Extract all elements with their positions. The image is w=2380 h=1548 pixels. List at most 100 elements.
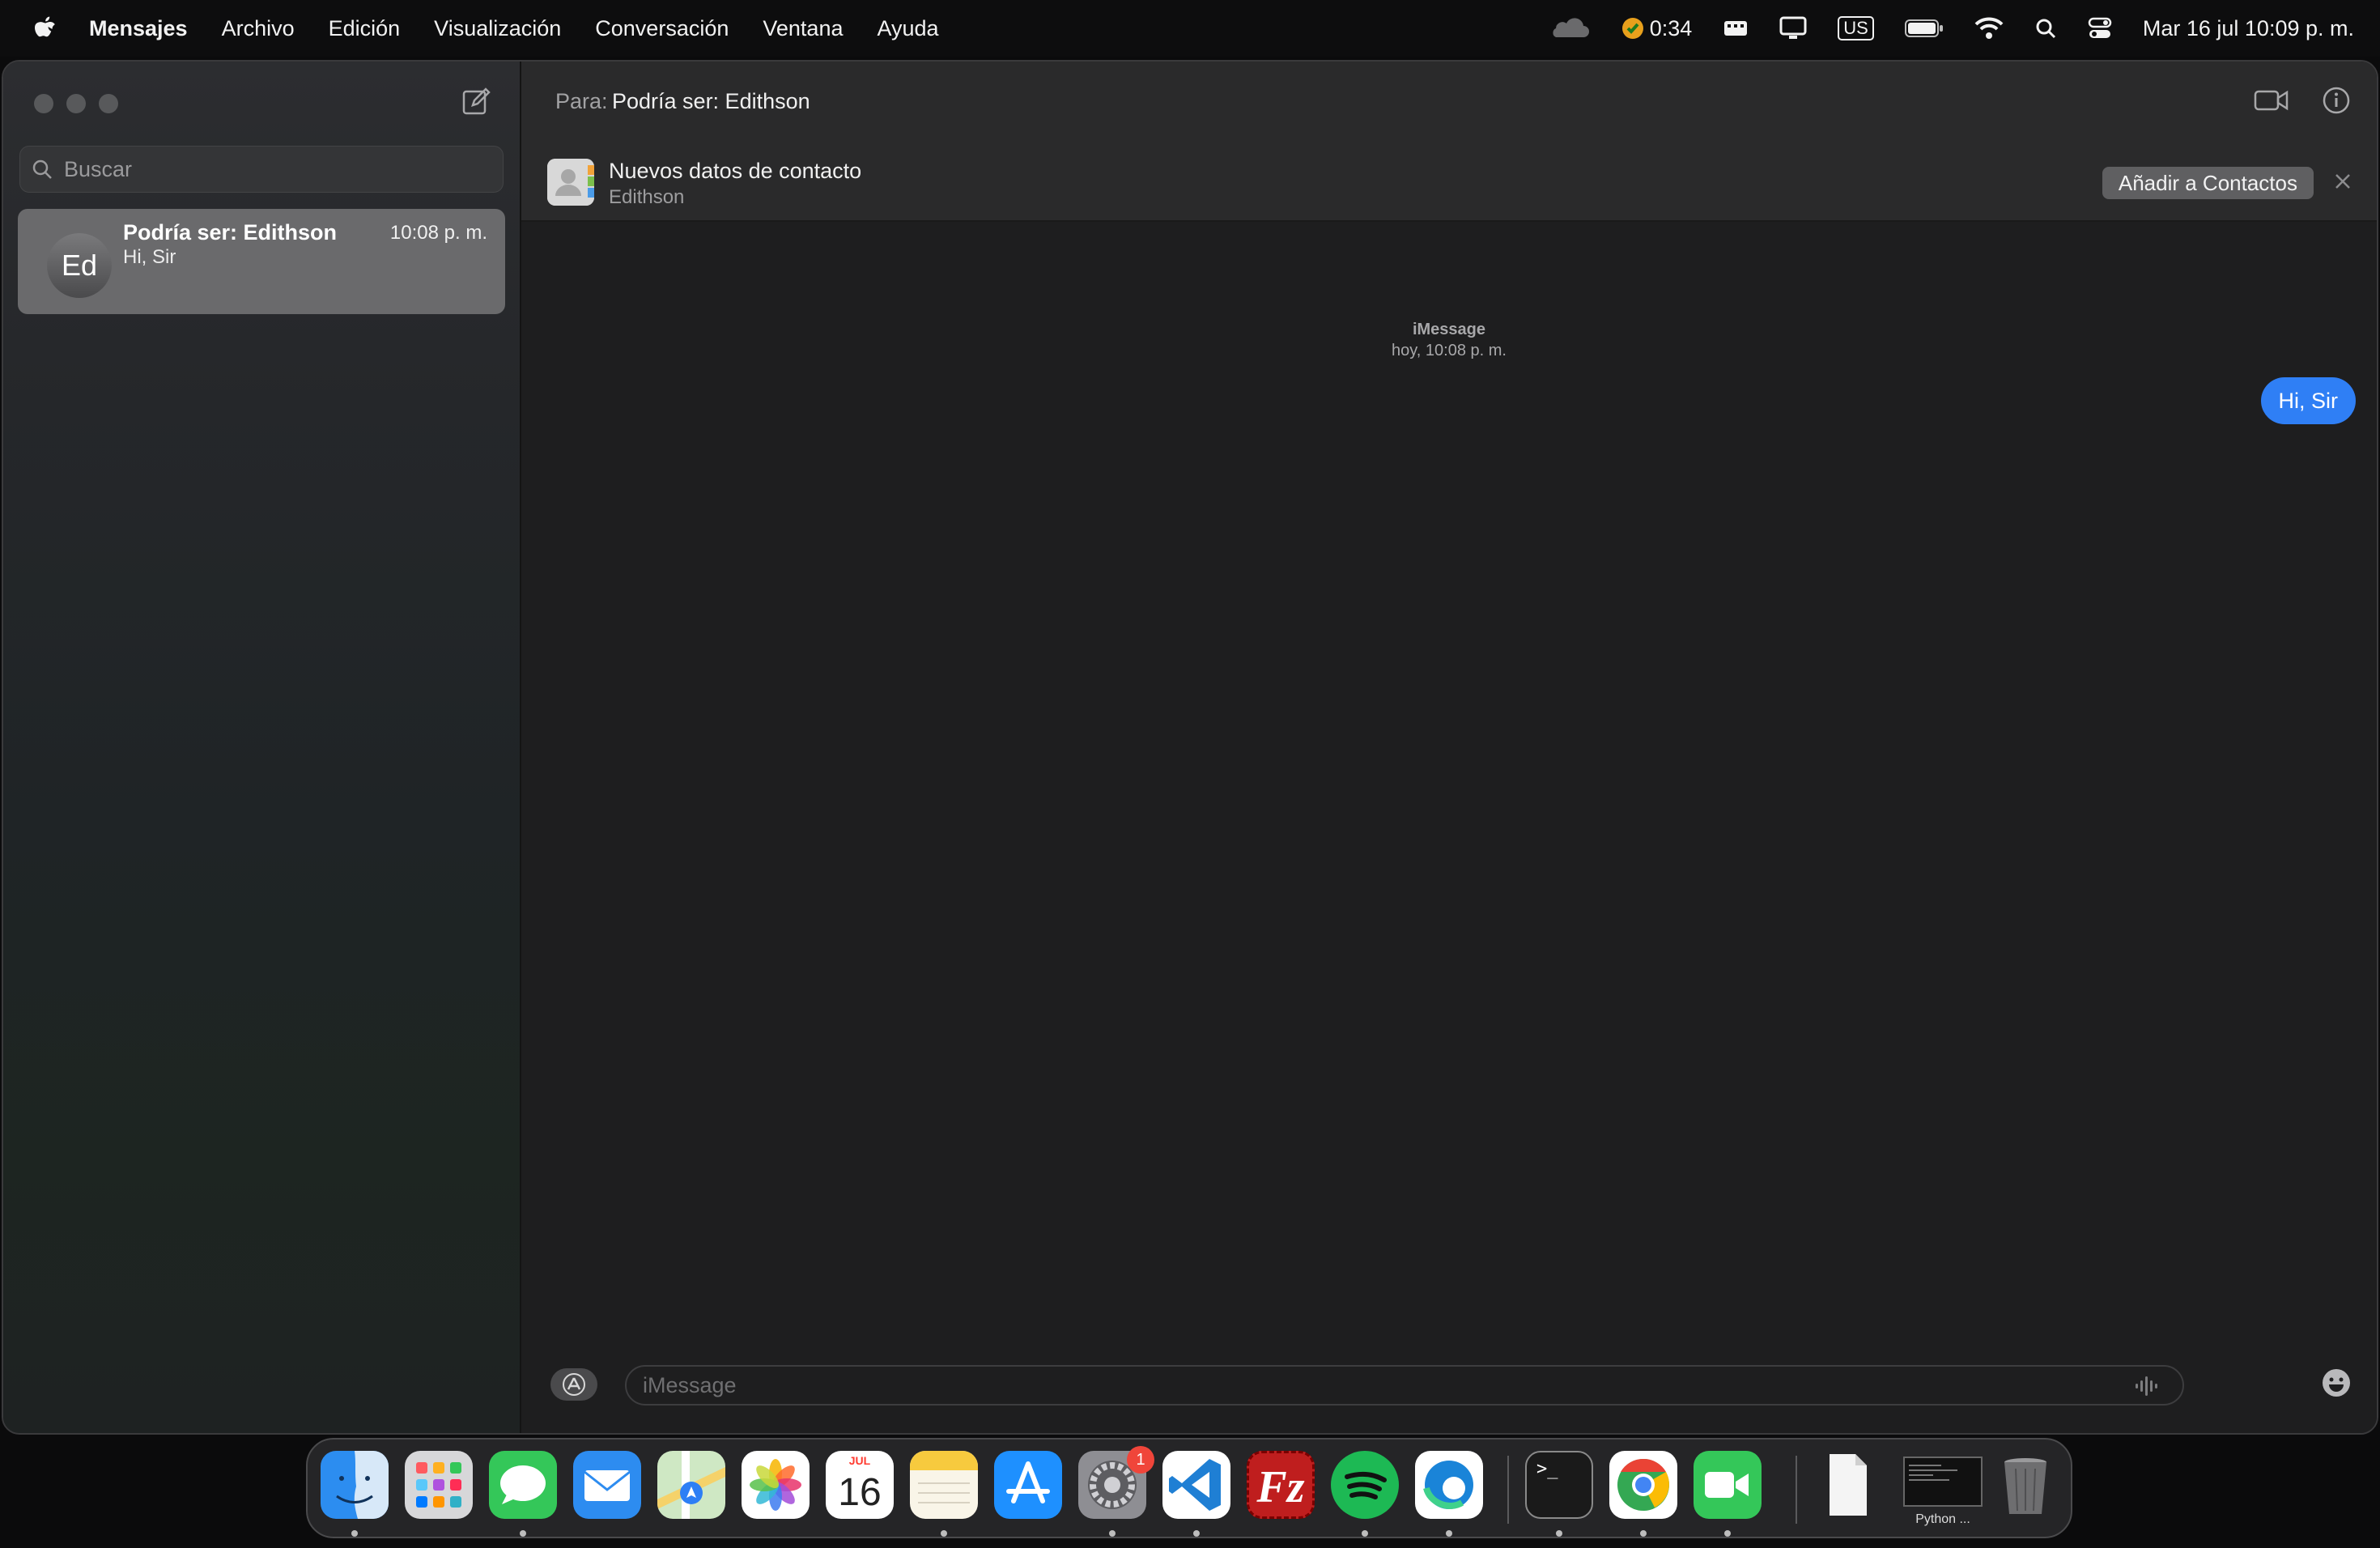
dock-app-store[interactable]: [994, 1451, 1062, 1519]
dock-launchpad[interactable]: [405, 1451, 473, 1519]
dock-document[interactable]: [1813, 1451, 1881, 1519]
display-icon[interactable]: [1779, 16, 1807, 40]
menu-archivo[interactable]: Archivo: [222, 16, 295, 41]
dock-separator: [1796, 1456, 1797, 1524]
chrome-icon: [1617, 1458, 1669, 1511]
thread-timestamp: iMessage hoy, 10:08 p. m.: [521, 319, 2377, 361]
dock-calendar[interactable]: JUL 16: [826, 1451, 894, 1519]
timer-icon: [1621, 18, 1643, 39]
trash-icon: [2004, 1458, 2046, 1514]
menu-visualizacion[interactable]: Visualización: [434, 16, 561, 41]
clock-datetime[interactable]: Mar 16 jul 10:09 p. m.: [2143, 16, 2354, 41]
search-input[interactable]: [62, 155, 487, 183]
wifi-icon[interactable]: [1974, 17, 2004, 40]
document-icon: [1830, 1454, 1867, 1516]
spotlight-search-icon[interactable]: [2034, 17, 2057, 40]
menu-conversacion[interactable]: Conversación: [595, 16, 729, 41]
conversation-name: Podría ser: Edithson: [123, 220, 338, 245]
close-icon: [2335, 174, 2350, 189]
menu-extra-icon[interactable]: [1723, 18, 1749, 39]
menu-app-name[interactable]: Mensajes: [89, 16, 188, 41]
timer-status[interactable]: 0:34: [1621, 16, 1692, 41]
conversation-time: 10:08 p. m.: [389, 222, 487, 244]
calendar-day: 16: [838, 1471, 882, 1514]
conversation-item[interactable]: Ed Podría ser: Edithson 10:08 p. m. Hi, …: [18, 209, 505, 314]
battery-icon[interactable]: [1904, 19, 1944, 38]
conversation-pane: Para: Podría ser: Edithson Nuevos datos …: [521, 62, 2377, 1433]
message-input[interactable]: [641, 1372, 2102, 1399]
dock-terminal[interactable]: >_: [1525, 1451, 1593, 1519]
menu-ventana[interactable]: Ventana: [763, 16, 843, 41]
dock-separator: [1507, 1456, 1509, 1524]
dock-running-indicator: [941, 1530, 947, 1537]
dock-python-window[interactable]: [1902, 1451, 1983, 1519]
recipient-name[interactable]: Podría ser: Edithson: [612, 89, 810, 114]
menu-ayuda[interactable]: Ayuda: [877, 16, 938, 41]
close-window-button[interactable]: [34, 94, 53, 113]
dock-filezilla[interactable]: Fz: [1247, 1451, 1315, 1519]
dock-mail[interactable]: [573, 1451, 641, 1519]
to-label: Para:: [555, 89, 608, 113]
dock-vscode[interactable]: [1162, 1451, 1230, 1519]
messages-icon: [500, 1465, 546, 1504]
dock-running-indicator: [1640, 1530, 1647, 1537]
apple-menu-icon[interactable]: [0, 15, 89, 42]
search-field[interactable]: [19, 146, 504, 193]
sent-message-bubble[interactable]: Hi, Sir: [2260, 377, 2356, 424]
contacts-app-icon: [547, 159, 594, 206]
dock-chrome[interactable]: [1609, 1451, 1677, 1519]
zoom-window-button[interactable]: [99, 94, 118, 113]
dock-running-indicator: [1724, 1530, 1731, 1537]
control-center-icon[interactable]: [2088, 16, 2112, 40]
dock-facetime[interactable]: [1694, 1451, 1762, 1519]
emoji-icon: [2323, 1369, 2350, 1397]
launchpad-icon: [416, 1462, 461, 1508]
service-label: iMessage: [1412, 321, 1486, 338]
app-store-icon: [1006, 1461, 1050, 1503]
compose-button[interactable]: [461, 87, 491, 121]
dock-messages[interactable]: [489, 1451, 557, 1519]
emoji-button[interactable]: [2320, 1367, 2352, 1403]
add-to-contacts-button[interactable]: Añadir a Contactos: [2102, 167, 2314, 199]
filezilla-icon: Fz: [1256, 1462, 1305, 1512]
menu-edicion[interactable]: Edición: [329, 16, 401, 41]
banner-subtitle: Edithson: [609, 186, 685, 208]
facetime-icon: [1705, 1472, 1749, 1498]
finder-icon: [321, 1451, 389, 1519]
audio-message-icon[interactable]: [2132, 1375, 2165, 1401]
dock-edge[interactable]: [1415, 1451, 1483, 1519]
mail-icon: [584, 1470, 631, 1501]
dock-notes[interactable]: [910, 1451, 978, 1519]
timestamp-label: hoy, 10:08 p. m.: [1392, 342, 1507, 359]
dock-maps[interactable]: [657, 1451, 725, 1519]
conversation-preview: Hi, Sir: [123, 246, 176, 268]
dock-photos[interactable]: [742, 1451, 810, 1519]
dock-spotify[interactable]: [1331, 1451, 1399, 1519]
menu-bar: Mensajes Archivo Edición Visualización C…: [0, 0, 2380, 57]
dock-running-indicator: [1556, 1530, 1562, 1537]
facetime-video-button[interactable]: [2254, 87, 2289, 117]
new-contact-banner: Nuevos datos de contacto Edithson Añadir…: [521, 142, 2377, 222]
dock-trash[interactable]: [1991, 1451, 2059, 1519]
cloud-icon[interactable]: [1548, 18, 1590, 39]
terminal-icon: >_: [1536, 1459, 1558, 1479]
minimize-window-button[interactable]: [66, 94, 86, 113]
window-controls: [34, 94, 118, 113]
vscode-icon: [1169, 1459, 1221, 1511]
keyboard-layout-indicator[interactable]: US: [1838, 16, 1874, 40]
apps-button[interactable]: [550, 1368, 597, 1401]
dock-running-indicator: [1109, 1530, 1116, 1537]
app-store-icon: [563, 1373, 585, 1396]
info-button[interactable]: [2322, 86, 2351, 119]
dock-finder[interactable]: [321, 1451, 389, 1519]
dock-running-indicator: [351, 1530, 358, 1537]
dock-running-indicator: [1362, 1530, 1368, 1537]
dismiss-banner-button[interactable]: [2333, 172, 2352, 195]
message-composer[interactable]: [625, 1365, 2184, 1406]
dock-running-indicator: [1193, 1530, 1200, 1537]
video-camera-icon: [2254, 90, 2289, 111]
window-thumbnail-icon: [1903, 1457, 1983, 1507]
compose-icon: [462, 87, 491, 115]
conversation-header: Para: Podría ser: Edithson: [521, 62, 2377, 142]
edge-icon: [1423, 1461, 1473, 1509]
